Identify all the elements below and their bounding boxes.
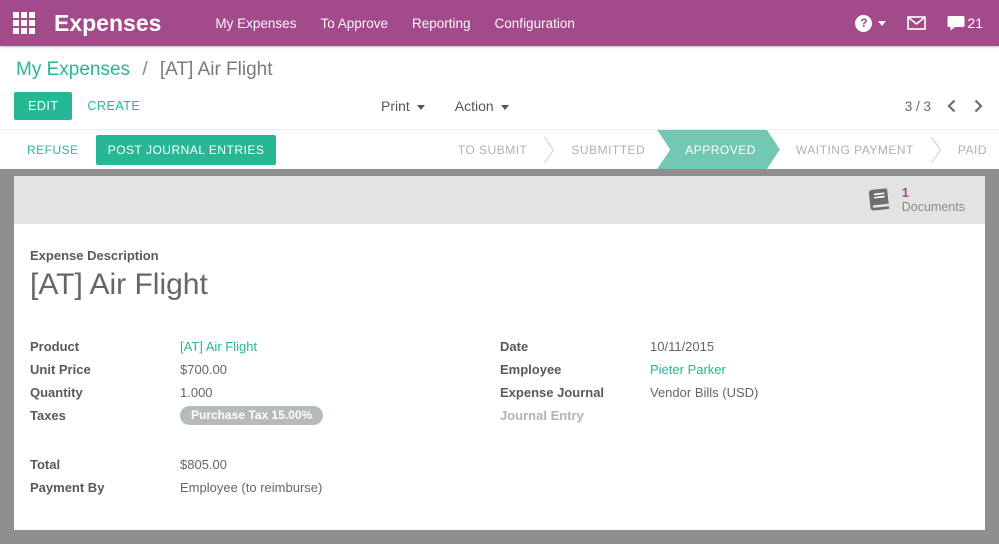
field-label: Product xyxy=(30,339,80,354)
totals-group: Total $805.00 Payment By Employee (to re… xyxy=(30,453,969,499)
refuse-button[interactable]: REFUSE xyxy=(27,143,79,157)
fields-right-column: Date 10/11/2015 Employee Pieter Parker E… xyxy=(500,335,969,427)
field-label: Unit Price xyxy=(30,362,91,377)
date-value: 10/11/2015 xyxy=(650,339,715,354)
field-expense-journal: Expense Journal Vendor Bills (USD) xyxy=(500,381,969,404)
action-dropdown[interactable]: Action xyxy=(455,98,509,114)
help-menu-button[interactable]: ? xyxy=(855,14,887,32)
expense-description-label: Expense Description xyxy=(30,248,159,263)
nav-item-to-approve[interactable]: To Approve xyxy=(320,12,388,35)
status-submitted[interactable]: SUBMITTED xyxy=(555,130,661,169)
chevron-down-icon xyxy=(500,104,509,110)
app-title[interactable]: Expenses xyxy=(54,10,161,37)
fields-left-column: Product [AT] Air Flight Unit Price $700.… xyxy=(30,335,500,427)
unit-price-value: $700.00 xyxy=(180,362,227,377)
field-journal-entry: Journal Entry xyxy=(500,404,969,427)
sheet-body: Expense Description [AT] Air Flight Prod… xyxy=(14,224,985,515)
field-label: Date xyxy=(500,339,529,354)
field-label: Payment By xyxy=(30,480,105,495)
chat-messages-button[interactable]: 21 xyxy=(947,15,983,31)
messages-inbox-button[interactable] xyxy=(907,16,927,30)
sheet-button-box: 1 Documents xyxy=(14,176,985,224)
breadcrumb: My Expenses / [AT] Air Flight xyxy=(16,59,985,81)
apps-grid-icon[interactable] xyxy=(13,12,35,34)
field-label: Journal Entry xyxy=(500,408,584,423)
payment-by-value: Employee (to reimburse) xyxy=(180,480,323,495)
nav-menu: My Expenses To Approve Reporting Configu… xyxy=(215,12,574,35)
breadcrumb-current: [AT] Air Flight xyxy=(159,59,273,80)
status-to-submit[interactable]: TO SUBMIT xyxy=(442,130,544,169)
chat-message-count: 21 xyxy=(967,15,983,31)
documents-label: Documents xyxy=(901,200,965,214)
chevron-left-icon xyxy=(947,99,956,113)
chevron-separator-icon xyxy=(930,130,942,169)
post-journal-entries-button[interactable]: POST JOURNAL ENTRIES xyxy=(95,134,277,165)
field-label: Expense Journal xyxy=(500,385,605,400)
chevron-down-icon xyxy=(416,104,425,110)
chevron-right-icon xyxy=(974,99,983,113)
field-taxes: Taxes Purchase Tax 15.00% xyxy=(30,404,500,427)
top-navbar: Expenses My Expenses To Approve Reportin… xyxy=(0,0,999,46)
print-dropdown-label: Print xyxy=(381,98,410,114)
status-pipeline: TO SUBMIT SUBMITTED APPROVED WAITING PAY… xyxy=(442,130,999,169)
breadcrumb-parent-link[interactable]: My Expenses xyxy=(16,59,130,80)
employee-link[interactable]: Pieter Parker xyxy=(650,358,726,381)
field-employee: Employee Pieter Parker xyxy=(500,358,969,381)
pager-previous-button[interactable] xyxy=(945,97,958,115)
action-dropdown-label: Action xyxy=(454,98,494,114)
nav-right-icons: ? 21 xyxy=(855,14,983,32)
create-button[interactable]: CREATE xyxy=(75,92,152,120)
total-value: $805.00 xyxy=(180,457,227,472)
tax-badge: Purchase Tax 15.00% xyxy=(180,406,324,425)
record-pager: 3 / 3 xyxy=(905,97,985,115)
nav-item-my-expenses[interactable]: My Expenses xyxy=(215,12,296,35)
chevron-down-icon xyxy=(878,20,887,26)
field-columns: Product [AT] Air Flight Unit Price $700.… xyxy=(30,335,969,427)
expense-title: [AT] Air Flight xyxy=(30,268,208,301)
nav-item-reporting[interactable]: Reporting xyxy=(412,12,471,35)
print-dropdown[interactable]: Print xyxy=(381,98,425,114)
pager-counter: 3 / 3 xyxy=(904,98,931,114)
field-label: Quantity xyxy=(30,385,83,400)
status-waiting-payment[interactable]: WAITING PAYMENT xyxy=(780,130,930,169)
documents-count: 1 xyxy=(901,185,909,200)
chevron-separator-icon xyxy=(543,130,555,169)
form-view-backdrop: 1 Documents Expense Description [AT] Air… xyxy=(0,169,999,544)
breadcrumb-separator: / xyxy=(142,59,148,80)
chat-bubble-icon xyxy=(947,16,965,31)
documents-button[interactable]: 1 Documents xyxy=(866,186,965,214)
status-approved[interactable]: APPROVED xyxy=(657,130,780,169)
field-label: Taxes xyxy=(30,408,66,423)
expense-journal-value: Vendor Bills (USD) xyxy=(650,385,759,400)
field-total: Total $805.00 xyxy=(30,453,969,476)
control-panel-buttons-row: EDIT CREATE Print Action 3 / 3 xyxy=(14,92,985,120)
field-unit-price: Unit Price $700.00 xyxy=(30,358,500,381)
field-date: Date 10/11/2015 xyxy=(500,335,969,358)
field-product: Product [AT] Air Flight xyxy=(30,335,500,358)
quantity-value: 1.000 xyxy=(180,385,213,400)
envelope-icon xyxy=(907,16,927,30)
book-icon xyxy=(868,188,889,211)
statusbar: REFUSE POST JOURNAL ENTRIES TO SUBMIT SU… xyxy=(0,129,999,169)
product-link[interactable]: [AT] Air Flight xyxy=(180,335,257,358)
field-quantity: Quantity 1.000 xyxy=(30,381,500,404)
documents-button-text: 1 Documents xyxy=(901,185,965,215)
control-panel: My Expenses / [AT] Air Flight EDIT CREAT… xyxy=(0,46,999,129)
help-icon: ? xyxy=(855,14,873,32)
field-label: Employee xyxy=(500,362,562,377)
field-label: Total xyxy=(30,457,61,472)
pager-next-button[interactable] xyxy=(972,97,985,115)
status-paid[interactable]: PAID xyxy=(942,130,999,169)
expense-form-sheet: 1 Documents Expense Description [AT] Air… xyxy=(14,176,985,530)
field-payment-by: Payment By Employee (to reimburse) xyxy=(30,476,969,499)
edit-button[interactable]: EDIT xyxy=(14,92,73,120)
nav-item-configuration[interactable]: Configuration xyxy=(495,12,575,35)
action-dropdowns: Print Action xyxy=(381,98,509,114)
